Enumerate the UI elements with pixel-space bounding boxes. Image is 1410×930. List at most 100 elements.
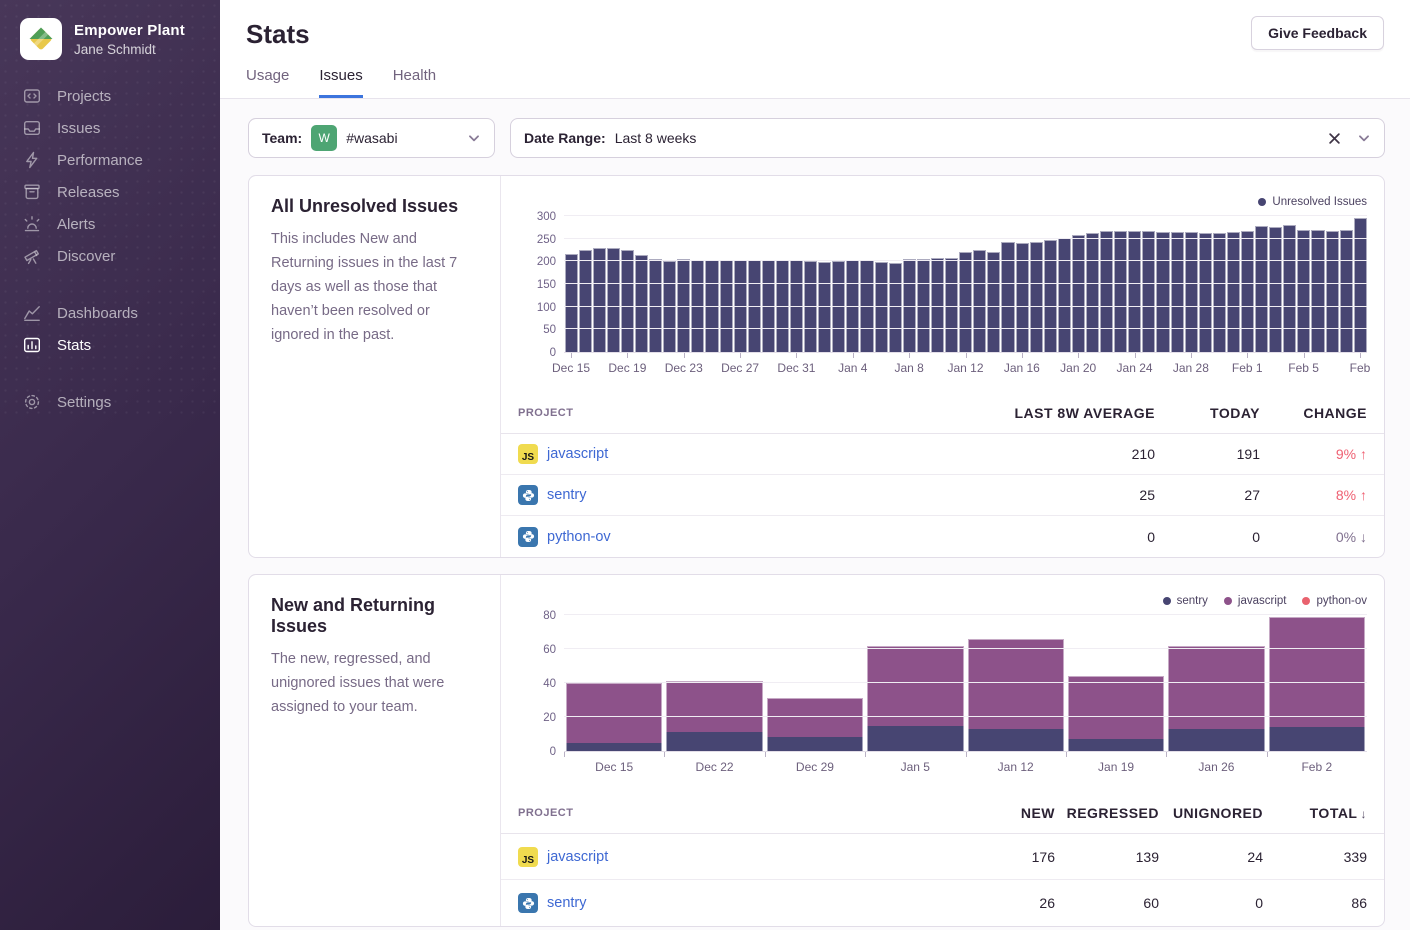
sentry-segment (1068, 739, 1164, 751)
table-row: sentry2660086 (501, 880, 1384, 926)
project-link[interactable]: javascript (547, 446, 608, 462)
javascript-segment (767, 698, 863, 737)
project-link[interactable]: javascript (547, 849, 608, 865)
project-cell: JSjavascript (518, 847, 951, 867)
table-row: JSjavascript2101919% ↑ (501, 434, 1384, 475)
sentry-segment (867, 726, 963, 752)
x-axis-tick (1267, 752, 1268, 757)
legend-item-unresolved-issues[interactable]: Unresolved Issues (1258, 196, 1367, 208)
col-header-change: CHANGE (1260, 405, 1367, 421)
unresolved-bar (565, 254, 578, 352)
settings-icon (23, 393, 41, 411)
unresolved-bar (832, 261, 845, 352)
col-header-today: TODAY (1155, 405, 1260, 421)
x-axis-tick (740, 353, 741, 358)
legend-dot (1224, 597, 1232, 605)
unresolved-bar (621, 250, 634, 352)
date-range-label: Date Range: (524, 130, 606, 146)
legend-item-sentry[interactable]: sentry (1163, 595, 1208, 607)
unresolved-bar (1016, 243, 1029, 352)
new-returning-chart-legend: sentry javascript python-ov (518, 593, 1367, 609)
y-axis-label: 100 (518, 302, 556, 314)
sort-desc-icon: ↓ (1361, 807, 1368, 821)
sidebar-item-settings[interactable]: Settings (0, 386, 220, 418)
legend-dot (1258, 198, 1266, 206)
sidebar-item-discover[interactable]: Discover (0, 240, 220, 272)
tab-issues[interactable]: Issues (319, 67, 362, 98)
x-axis-tick (853, 353, 854, 358)
legend-dot (1163, 597, 1171, 605)
tab-health[interactable]: Health (393, 67, 436, 98)
table-row: python-ov000% ↓ (501, 516, 1384, 557)
regressed-cell: 60 (1055, 895, 1159, 911)
new-returning-chart: sentryjavascriptpython-ov 020406080 Dec … (501, 575, 1384, 777)
avg-cell: 0 (985, 529, 1155, 545)
x-axis-label: Dec 29 (765, 752, 865, 777)
x-axis-label: Dec 15 (564, 752, 664, 777)
legend-label: python-ov (1316, 595, 1367, 607)
sentry-segment (968, 729, 1064, 751)
unresolved-chart: Unresolved Issues 050100150200250300 Dec… (501, 176, 1384, 378)
unresolved-bar (1100, 231, 1113, 352)
gridline (564, 260, 1367, 261)
sidebar-item-issues[interactable]: Issues (0, 112, 220, 144)
tab-usage[interactable]: Usage (246, 67, 289, 98)
team-filter-select[interactable]: Team: W #wasabi (248, 118, 495, 158)
unignored-cell: 24 (1159, 849, 1263, 865)
x-axis-label: Feb (1350, 361, 1371, 375)
x-axis-tick (865, 752, 866, 757)
today-cell: 191 (1155, 446, 1260, 462)
sidebar-item-alerts[interactable]: Alerts (0, 208, 220, 240)
col-header-regressed[interactable]: REGRESSED (1055, 805, 1159, 821)
unresolved-chart-legend: Unresolved Issues (518, 194, 1367, 210)
gridline (564, 614, 1367, 615)
date-range-value: Last 8 weeks (615, 130, 697, 146)
org-logo (20, 18, 62, 60)
y-axis-label: 60 (518, 644, 556, 656)
today-cell: 0 (1155, 529, 1260, 545)
unresolved-panel-description: This includes New and Returning issues i… (271, 227, 478, 347)
legend-label: Unresolved Issues (1272, 196, 1367, 208)
x-axis-label: Jan 8 (894, 361, 923, 375)
stacked-bar (1166, 615, 1266, 751)
team-avatar: W (311, 125, 337, 151)
give-feedback-button[interactable]: Give Feedback (1251, 16, 1384, 50)
sidebar-item-stats[interactable]: Stats (0, 329, 220, 361)
tab-bar: Usage Issues Health (246, 67, 1384, 98)
change-cell: 0% ↓ (1260, 529, 1367, 545)
chevron-down-icon (1357, 131, 1371, 145)
project-link[interactable]: python-ov (547, 529, 611, 545)
unresolved-bar (1128, 231, 1141, 352)
sidebar-item-releases[interactable]: Releases (0, 176, 220, 208)
org-switcher[interactable]: Empower Plant Jane Schmidt (0, 0, 220, 80)
unresolved-bar (1114, 231, 1127, 352)
sidebar-item-projects[interactable]: Projects (0, 80, 220, 112)
legend-item-javascript[interactable]: javascript (1224, 595, 1287, 607)
project-link[interactable]: sentry (547, 487, 587, 503)
sidebar-item-performance[interactable]: Performance (0, 144, 220, 176)
col-header-unignored[interactable]: UNIGNORED (1159, 805, 1263, 821)
col-header-new[interactable]: NEW (951, 805, 1055, 821)
project-link[interactable]: sentry (547, 895, 587, 911)
sidebar-item-dashboards[interactable]: Dashboards (0, 297, 220, 329)
sentry-segment (666, 732, 762, 751)
python-platform-icon (518, 527, 538, 547)
col-header-project: PROJECT (518, 807, 951, 819)
date-range-select[interactable]: Date Range: Last 8 weeks (510, 118, 1385, 158)
legend-item-python-ov[interactable]: python-ov (1302, 595, 1367, 607)
x-axis-tick (1022, 353, 1023, 358)
x-axis-tick (1304, 353, 1305, 358)
team-filter-value: #wasabi (346, 130, 397, 146)
x-axis-tick (564, 752, 565, 757)
new-returning-panel-title: New and Returning Issues (271, 595, 478, 637)
unresolved-bar (1086, 233, 1099, 352)
app-window: Empower Plant Jane Schmidt Projects Issu… (0, 0, 1410, 930)
x-axis-label: Dec 15 (552, 361, 590, 375)
clear-filter-icon[interactable] (1327, 131, 1342, 146)
col-header-total-sorted[interactable]: TOTAL↓ (1263, 805, 1367, 821)
x-axis-tick (1360, 353, 1361, 358)
unresolved-bar (959, 252, 972, 352)
unresolved-table-header: PROJECT LAST 8W AVERAGE TODAY CHANGE (501, 391, 1384, 434)
project-cell: python-ov (518, 527, 985, 547)
x-axis-tick (1135, 353, 1136, 358)
